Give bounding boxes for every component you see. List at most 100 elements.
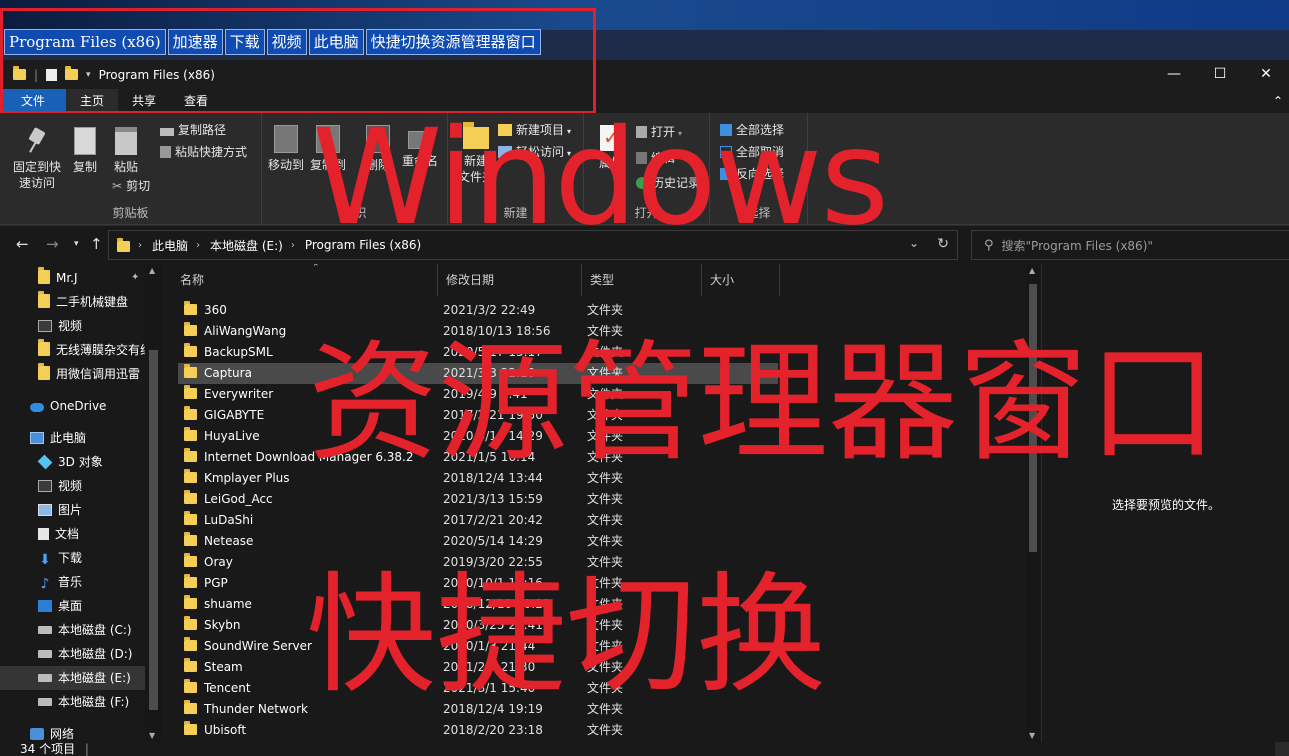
delete-button[interactable]: 删除 [358,125,398,173]
new-item-button[interactable]: 新建项目 ▾ [498,121,571,141]
recent-dropdown-icon[interactable]: ▾ [74,239,79,249]
file-row[interactable]: Oray 2019/3/20 22:55 文件夹 [178,552,778,573]
nav-drive-item[interactable]: 本地磁盘 (F:) [0,690,145,714]
new-folder-button[interactable]: 新建 文件夹 [454,122,498,185]
file-row[interactable]: Internet Download Manager 6.38.2 2021/1/5… [178,447,778,468]
column-header-name[interactable]: 名称 ⌃ [172,264,438,296]
nav-pc-item[interactable]: 桌面 [0,594,145,618]
properties-check-icon[interactable] [46,68,58,81]
column-header-date[interactable]: 修改日期 [438,264,582,296]
quick-switch-title[interactable]: 快捷切换资源管理器窗口 [365,29,541,55]
file-row[interactable]: HuyaLive 2020/5/14 14:29 文件夹 [178,426,778,447]
file-row[interactable]: BackupSML 2020/5/17 15:17 文件夹 [178,342,778,363]
edit-button[interactable]: 编辑 [636,149,675,167]
quick-switch-program-files[interactable]: Program Files (x86) [4,29,166,55]
file-row[interactable]: PGP 2020/10/1 11:16 文件夹 [178,573,778,594]
file-row[interactable]: Everywriter 2019/4/9 9:41 文件夹 [178,384,778,405]
properties-button[interactable]: 属性 [594,125,628,171]
paste-button[interactable]: 粘贴 [108,127,144,175]
collapse-ribbon-icon[interactable]: ⌃ [1273,89,1283,113]
file-row[interactable]: Skybn 2020/3/25 21:41 文件夹 [178,615,778,636]
nav-pc-item[interactable]: 视频 [0,474,145,498]
rename-button[interactable]: 重命名 [398,125,442,169]
file-row[interactable]: 360 2021/3/2 22:49 文件夹 [178,300,778,321]
back-arrow-icon[interactable]: ← [16,235,29,253]
up-arrow-icon[interactable]: ↑ [90,235,103,253]
nav-this-pc[interactable]: 此电脑 [0,426,145,450]
breadcrumb-drive-e[interactable]: 本地磁盘 (E:) [210,237,283,254]
open-button[interactable]: 打开 ▾ [636,123,682,143]
select-none-button[interactable]: 全部取消 [720,143,784,161]
file-row[interactable]: Kmplayer Plus 2018/12/4 13:44 文件夹 [178,468,778,489]
pin-quick-access-button[interactable]: 固定到快 速访问 [8,127,66,191]
maximize-button[interactable]: ☐ [1197,60,1243,89]
forward-arrow-icon[interactable]: → [46,235,59,253]
nav-pc-item[interactable]: 图片 [0,498,145,522]
file-row[interactable]: LuDaShi 2017/2/21 20:42 文件夹 [178,510,778,531]
file-row[interactable]: Ubisoft 2018/2/20 23:18 文件夹 [178,720,778,741]
select-all-button[interactable]: 全部选择 [720,121,784,139]
cut-button[interactable]: ✂ 剪切 [112,177,150,195]
nav-scroll-thumb[interactable] [149,350,158,710]
new-folder-icon[interactable] [65,66,79,80]
nav-network[interactable]: 网络 [0,722,145,742]
scroll-down-icon[interactable]: ▼ [1029,731,1035,740]
refresh-icon[interactable]: ↻ [937,236,949,252]
close-button[interactable]: ✕ [1243,60,1289,89]
file-row[interactable]: Tencent 2021/3/1 15:40 文件夹 [178,678,778,699]
easy-access-button[interactable]: 轻松访问 ▾ [498,143,571,163]
file-row[interactable]: LeiGod_Acc 2021/3/13 15:59 文件夹 [178,489,778,510]
tab-file[interactable]: 文件 [0,89,66,113]
file-row[interactable]: Netease 2020/5/14 14:29 文件夹 [178,531,778,552]
nav-pc-item[interactable]: 3D 对象 [0,450,145,474]
copy-path-button[interactable]: 复制路径 [160,121,226,139]
nav-pinned-item[interactable]: 无线薄膜杂交有线 [0,338,145,362]
quick-switch-videos[interactable]: 视频 [266,29,307,55]
file-row[interactable]: GIGABYTE 2017/2/21 19:50 文件夹 [178,405,778,426]
quick-switch-this-pc[interactable]: 此电脑 [308,29,364,55]
invert-selection-button[interactable]: 反向选择 [720,165,784,183]
file-row[interactable]: Steam 2021/2/4 21:30 文件夹 [178,657,778,678]
nav-drive-item[interactable]: 本地磁盘 (D:) [0,642,145,666]
nav-pinned-item[interactable]: 二手机械键盘 [0,290,145,314]
nav-pinned-item[interactable]: 用微信调用迅雷 [0,362,145,386]
quick-switch-downloads[interactable]: 下载 [224,29,265,55]
nav-pc-item[interactable]: ♪ 音乐 [0,570,145,594]
move-to-button[interactable]: 移动到 [266,125,306,173]
file-row[interactable]: Captura 2021/3/3 22:10 文件夹 [178,363,778,384]
file-row[interactable]: SoundWire Server 2020/1/3 21:44 文件夹 [178,636,778,657]
scroll-up-icon[interactable]: ▲ [1029,266,1035,275]
tab-view[interactable]: 查看 [170,89,222,113]
tab-share[interactable]: 共享 [118,89,170,113]
nav-drive-item[interactable]: 本地磁盘 (C:) [0,618,145,642]
column-header-type[interactable]: 类型 [582,264,702,296]
nav-scrollbar[interactable]: ▲ ▼ [145,264,162,742]
copy-button[interactable]: 复制 [68,127,102,175]
minimize-button[interactable]: — [1151,60,1197,89]
breadcrumb-this-pc[interactable]: 此电脑 [152,237,188,254]
address-history-chevron-icon[interactable]: ⌄ [909,236,919,250]
copy-to-button[interactable]: 复制到 [308,125,348,173]
file-row[interactable]: Thunder Network 2018/12/4 19:19 文件夹 [178,699,778,720]
nav-pc-item[interactable]: 文档 [0,522,145,546]
breadcrumb-program-files[interactable]: Program Files (x86) [305,238,421,252]
nav-pinned-item[interactable]: Mr.J [0,266,145,290]
file-row[interactable]: shuame 2018/12/10 10:22 文件夹 [178,594,778,615]
address-bar[interactable]: › 此电脑 › 本地磁盘 (E:) › Program Files (x86) … [108,230,958,260]
search-box[interactable]: ⚲ 搜索"Program Files (x86)" [971,230,1289,260]
scroll-up-icon[interactable]: ▲ [149,266,155,275]
nav-pinned-item[interactable]: 视频 [0,314,145,338]
column-header-size[interactable]: 大小 [702,264,780,296]
paste-shortcut-button[interactable]: 粘贴快捷方式 [160,143,247,161]
quick-switch-accelerator[interactable]: 加速器 [167,29,223,55]
scroll-down-icon[interactable]: ▼ [149,731,155,740]
resize-grip[interactable] [1275,742,1289,756]
history-button[interactable]: 历史记录 [636,174,700,192]
nav-pc-item[interactable]: ⬇ 下载 [0,546,145,570]
nav-drive-item-selected[interactable]: 本地磁盘 (E:) [0,666,145,690]
file-list-scrollbar[interactable]: ▲ ▼ [1026,264,1040,742]
customize-dropdown-icon[interactable]: ▾ [86,70,91,80]
file-scroll-thumb[interactable] [1029,284,1037,552]
tab-home[interactable]: 主页 [66,89,119,113]
file-row[interactable]: AliWangWang 2018/10/13 18:56 文件夹 [178,321,778,342]
